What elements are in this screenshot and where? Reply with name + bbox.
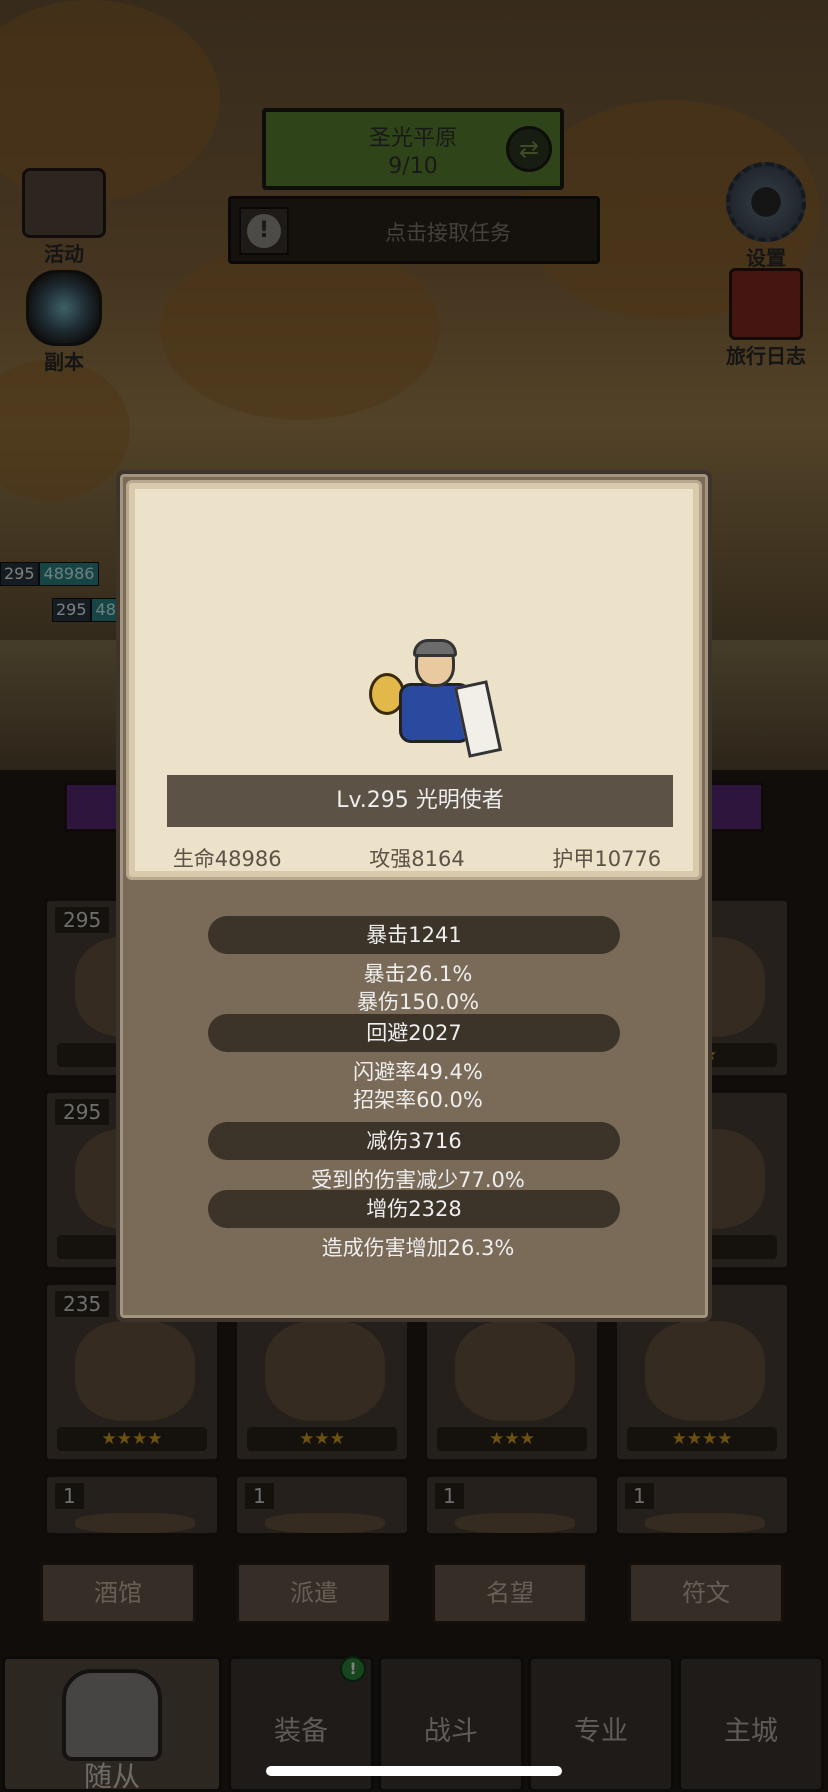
crit-header: 暴击1241 [208,916,620,954]
hammer-icon [453,680,503,758]
stat-hp: 生命48986 [172,847,282,871]
stat-attack: 攻强8164 [369,847,465,871]
hero-portrait-card: Lv.295 光明使者 生命48986 攻强8164 护甲10776 [126,480,702,880]
damage-boost-header: 增伤2328 [208,1190,620,1228]
stat-armor: 护甲10776 [552,847,662,871]
hero-title: Lv.295 光明使者 [167,775,673,827]
parry-rate: 招架率60.0% [353,1088,483,1112]
crit-damage: 暴伤150.0% [356,990,480,1014]
hero-hair [413,639,457,657]
hero-detail-modal: Lv.295 光明使者 生命48986 攻强8164 护甲10776 暴击124… [116,470,712,1322]
dodge-header: 回避2027 [208,1014,620,1052]
hero-base-stats: 生命48986 攻强8164 护甲10776 [129,843,705,873]
crit-rate: 暴击26.1% [363,962,473,986]
home-indicator [266,1766,562,1776]
dodge-rate: 闪避率49.4% [353,1060,483,1084]
hero-portrait [369,639,503,759]
damage-boost-desc: 造成伤害增加26.3% [321,1236,515,1260]
damage-reduction-header: 减伤3716 [208,1122,620,1160]
